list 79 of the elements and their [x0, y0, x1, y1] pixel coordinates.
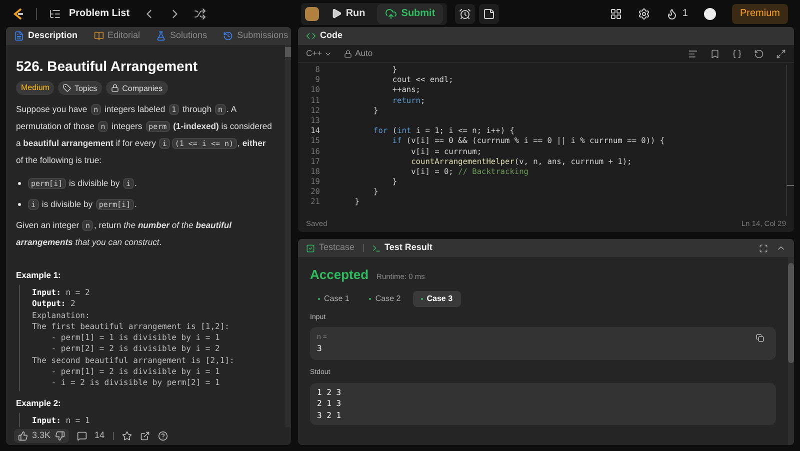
checkbox-icon	[306, 244, 315, 252]
cloud-upload-icon	[385, 8, 398, 20]
panel-title: Code	[320, 29, 342, 42]
example-title: Example 2:	[16, 396, 62, 409]
problem-list-button[interactable]: Problem List	[49, 6, 130, 21]
notes-button[interactable]	[479, 4, 500, 24]
variable-value: 3	[317, 343, 323, 355]
stdout-line: 1 2 3	[317, 386, 342, 398]
flame-icon[interactable]	[666, 8, 678, 20]
reset-icon[interactable]	[754, 48, 764, 58]
scrollbar[interactable]	[285, 45, 291, 427]
document-icon	[14, 31, 24, 41]
scrollbar[interactable]	[786, 65, 794, 216]
example-line: Input: n = 2	[32, 287, 91, 298]
mode-label: Auto	[355, 47, 373, 60]
stdout-line: 3 2 1	[317, 410, 342, 421]
panel-tab[interactable]: Test Result	[372, 241, 432, 255]
example-line: - perm[1] = 1 is divisible by i = 1	[50, 332, 221, 344]
logo-icon[interactable]	[12, 6, 24, 20]
fullscreen-icon[interactable]	[759, 244, 768, 252]
example-line: Input: n = 1	[32, 414, 91, 426]
history-icon	[223, 31, 234, 41]
code-icon	[306, 31, 316, 41]
case-tab[interactable]: Case 1	[310, 290, 358, 306]
avatar[interactable]	[704, 8, 716, 20]
alarm-button[interactable]	[455, 4, 476, 24]
list-icon	[49, 8, 61, 20]
note-icon	[483, 8, 496, 20]
alarm-clock-icon	[459, 8, 472, 20]
terminal-icon	[372, 244, 381, 252]
scrollbar[interactable]	[788, 257, 794, 445]
lock-icon	[111, 84, 120, 92]
tag-chip[interactable]: Topics	[58, 81, 102, 95]
example-line: The first beautiful arrangement is [1,2]:	[32, 320, 230, 332]
language-select[interactable]: C++	[306, 47, 332, 60]
comment-count: 14	[94, 429, 105, 442]
help-icon[interactable]	[158, 431, 168, 441]
difficulty-tag: Medium	[16, 81, 54, 95]
example-line: Explanation:	[32, 310, 91, 321]
bookmark-icon[interactable]	[710, 48, 720, 58]
example-line: The second beautiful arrangement is [2,1]:	[32, 354, 236, 366]
example-line: - i = 2 is divisible by perm[2] = 1	[50, 377, 221, 389]
comment-icon[interactable]	[76, 431, 87, 441]
example-line: - perm[1] = 2 is divisible by i = 1	[50, 366, 221, 378]
like-count: 3.3K	[32, 429, 51, 442]
panel-tab[interactable]: Editorial	[94, 29, 140, 43]
premium-button[interactable]: Premium	[732, 4, 788, 24]
lock-icon	[344, 50, 352, 58]
example-line: - perm[2] = 2 is divisible by i = 2	[50, 343, 221, 355]
braces-icon[interactable]	[732, 48, 742, 58]
flask-icon	[156, 31, 166, 41]
expand-icon[interactable]	[776, 48, 786, 58]
settings-icon[interactable]	[638, 8, 650, 20]
stdout-line: 2 1 3	[317, 398, 342, 410]
panel-tab[interactable]: Submissions	[223, 29, 288, 43]
example-title: Example 1:	[16, 269, 62, 281]
case-tab[interactable]: Case 2	[361, 290, 409, 306]
play-icon	[330, 8, 342, 19]
shuffle-icon[interactable]	[194, 8, 206, 20]
share-icon[interactable]	[140, 431, 150, 441]
format-icon[interactable]	[688, 48, 698, 58]
tag-icon	[63, 84, 72, 92]
tag-chip[interactable]: Companies	[106, 81, 168, 95]
verdict: Accepted	[310, 266, 369, 284]
book-icon	[94, 31, 104, 41]
problem-title: 526. Beautiful Arrangement	[16, 57, 199, 75]
star-icon[interactable]	[122, 431, 132, 441]
panel-tab[interactable]: Solutions	[156, 29, 208, 43]
streak-count: 1	[682, 7, 688, 21]
copy-icon[interactable]	[756, 334, 764, 342]
grid-icon[interactable]	[610, 8, 622, 20]
panel-tab[interactable]: Testcase	[306, 241, 355, 255]
submit-button[interactable]: Submit	[377, 4, 444, 24]
run-button[interactable]: Run	[322, 4, 374, 24]
case-tab[interactable]: Case 3	[412, 290, 461, 306]
thumbs-down-icon[interactable]	[54, 431, 65, 441]
thumbs-up-icon[interactable]	[18, 431, 28, 441]
example-line: Output: 2	[32, 298, 76, 310]
panel-tab[interactable]: Description	[14, 29, 78, 43]
